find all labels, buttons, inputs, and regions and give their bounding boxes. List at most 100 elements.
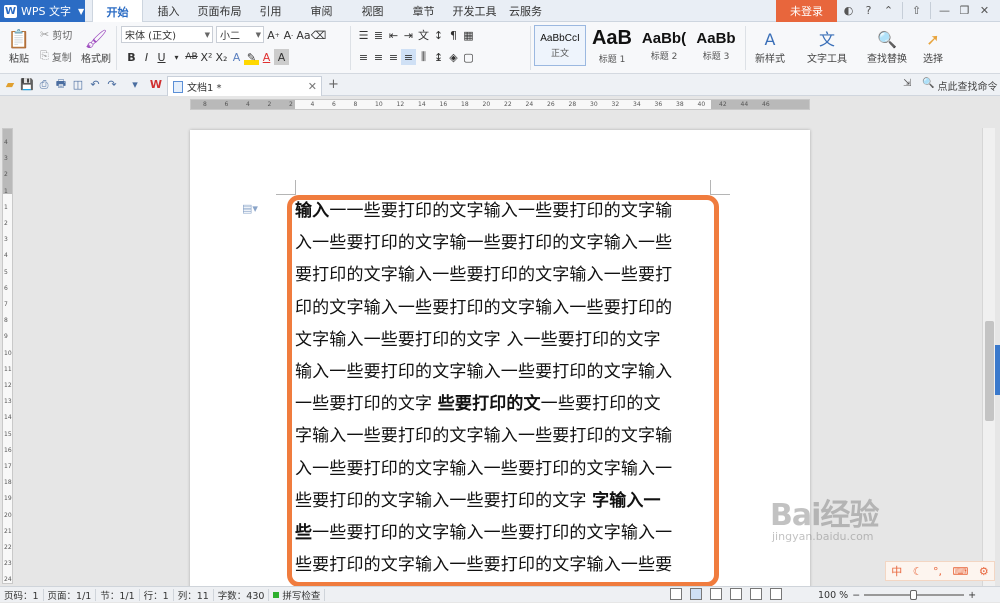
decrease-indent-icon[interactable]: ⇤ (386, 27, 401, 43)
zoom-slider[interactable] (864, 590, 965, 600)
spell-check-toggle[interactable]: 拼写检查 (269, 588, 326, 602)
document-page[interactable]: 输入一一些要打印的文字输入一些要打印的文字输 入一些要打印的文字输一些要打印的文字… (190, 130, 810, 590)
close-icon[interactable]: ✕ (976, 2, 993, 19)
page-view-icon[interactable] (690, 588, 702, 600)
line-spacing-icon[interactable]: ↨ (431, 49, 446, 65)
cut-button[interactable]: ✂ 剪切 (40, 27, 72, 42)
paste-button[interactable]: 📋 粘贴 (4, 26, 34, 68)
sort-icon[interactable]: ↕ (431, 27, 446, 43)
tab-menu-4[interactable]: 审阅 (296, 0, 347, 22)
strikethrough-icon[interactable]: AB (184, 49, 199, 65)
preview-icon[interactable]: ◫ (71, 77, 85, 92)
vertical-scrollbar[interactable] (982, 128, 995, 586)
clear-format-icon[interactable]: ⌫ (311, 27, 327, 43)
redo-icon[interactable]: ↷ (105, 77, 119, 92)
web-view-icon[interactable] (730, 588, 742, 600)
tab-menu-0[interactable]: 开始 (92, 0, 143, 23)
font-name-select[interactable]: 宋体 (正文) ▼ (121, 26, 213, 43)
align-center-icon[interactable]: ≡ (371, 49, 386, 65)
borders-icon[interactable]: ▢ (461, 49, 476, 65)
tab-menu-2[interactable]: 页面布局 (194, 0, 245, 22)
chevron-down-icon[interactable]: ▾ (128, 77, 142, 92)
char-shading-icon[interactable]: A (274, 49, 289, 65)
wps-home-icon[interactable]: W (149, 77, 163, 92)
more-icon[interactable]: ⇲ (903, 78, 911, 89)
grow-font-icon[interactable]: A + (266, 27, 281, 43)
export-pdf-icon[interactable]: ⎙ (37, 77, 51, 92)
subscript-icon[interactable]: X₂ (214, 49, 229, 65)
tab-menu-6[interactable]: 章节 (398, 0, 449, 22)
moon-icon[interactable]: ☾ (913, 565, 923, 578)
justify-icon[interactable]: ≡ (401, 49, 416, 65)
new-tab-button[interactable]: + (328, 77, 339, 92)
restore-icon[interactable]: ❐ (956, 2, 973, 19)
document-tab[interactable]: 文档1 * ✕ (167, 76, 322, 96)
paragraph-menu-icon[interactable]: ▤▾ (242, 202, 258, 215)
tab-menu-8[interactable]: 云服务 (500, 0, 551, 22)
document-body-text[interactable]: 输入一一些要打印的文字输入一些要打印的文字输 入一些要打印的文字输一些要打印的文字… (295, 195, 711, 581)
print-icon[interactable]: 🖶 (54, 77, 68, 92)
shading-icon[interactable]: ◈ (446, 49, 461, 65)
align-right-icon[interactable]: ≡ (386, 49, 401, 65)
shrink-font-icon[interactable]: A- (281, 27, 296, 43)
zoom-slider-handle[interactable] (910, 590, 918, 600)
close-tab-icon[interactable]: ✕ (308, 80, 317, 93)
bold-icon[interactable]: B (124, 49, 139, 65)
status-word-count[interactable]: 字数：430 (214, 588, 270, 602)
style-item-0[interactable]: AaBbCcI 正文 (534, 25, 586, 66)
font-color-icon[interactable]: A (259, 49, 274, 65)
app-menu-button[interactable]: W WPS 文字 ▼ (0, 0, 85, 22)
align-left-icon[interactable]: ≡ (356, 49, 371, 65)
punctuation-icon[interactable]: °, (933, 565, 942, 578)
text-tools-button[interactable]: 文 文字工具 (800, 26, 854, 68)
table-icon[interactable]: ▦ (461, 27, 476, 43)
open-icon[interactable]: ▰ (3, 77, 17, 92)
help-icon[interactable]: ? (860, 2, 877, 19)
chinese-layout-icon[interactable]: 文 (416, 27, 431, 43)
keyboard-icon[interactable]: ⌨ (953, 565, 969, 578)
zoom-out-icon[interactable]: − (852, 590, 860, 601)
new-style-button[interactable]: A 新样式 (750, 26, 790, 68)
underline-icon[interactable]: U (154, 49, 169, 65)
copy-button[interactable]: ⎘ 复制 (40, 49, 72, 64)
select-button[interactable]: ➚ 选择 (916, 26, 950, 68)
tab-menu-7[interactable]: 开发工具 (449, 0, 500, 22)
zoom-value[interactable]: 100 % (818, 590, 848, 601)
gear-icon[interactable]: ⚙ (979, 565, 989, 578)
undo-icon[interactable]: ↶ (88, 77, 102, 92)
login-button[interactable]: 未登录 (776, 0, 837, 22)
italic-icon[interactable]: I (139, 49, 154, 65)
eye-protect-icon[interactable] (770, 588, 782, 600)
dropdown-icon[interactable]: ▾ (169, 49, 184, 65)
outline-view-icon[interactable] (710, 588, 722, 600)
find-command-box[interactable]: 🔍 点此查找命令 (922, 78, 997, 93)
bullets-icon[interactable]: ☰ (356, 27, 371, 43)
full-screen-icon[interactable] (670, 588, 682, 600)
vertical-ruler[interactable]: 4 3 2 1 1 2 3 4 5 6 7 8 9 10 11 12 13 14 15 16 17 18 19 20 21 22 2… (2, 128, 13, 584)
tab-menu-3[interactable]: 引用 (245, 0, 296, 22)
save-icon[interactable]: 💾 (20, 77, 34, 92)
change-case-icon[interactable]: Aa (296, 27, 311, 43)
zoom-in-icon[interactable]: + (968, 590, 976, 601)
reading-view-icon[interactable] (750, 588, 762, 600)
tab-menu-1[interactable]: 插入 (143, 0, 194, 22)
show-marks-icon[interactable]: ¶ (446, 27, 461, 43)
side-panel-tab[interactable] (995, 345, 1000, 395)
superscript-icon[interactable]: X² (199, 49, 214, 65)
numbering-icon[interactable]: ≣ (371, 27, 386, 43)
horizontal-ruler[interactable]: 8 6 4 2 2 4 6 8 10 12 14 16 18 20 22 24 26 28 30 32 34 36 38 40… (190, 99, 810, 110)
input-method-icon[interactable]: 中 (891, 563, 902, 579)
minimize-icon[interactable]: — (936, 2, 953, 19)
font-size-select[interactable]: 小二 ▼ (216, 26, 264, 43)
format-painter-button[interactable]: 🖌 格式刷 (80, 26, 112, 68)
style-item-3[interactable]: AaBb 标题 3 (690, 25, 742, 66)
style-item-1[interactable]: AaB 标题 1 (586, 25, 638, 66)
scrollbar-thumb[interactable] (985, 321, 994, 421)
increase-indent-icon[interactable]: ⇥ (401, 27, 416, 43)
find-replace-button[interactable]: 🔍 查找替换 (860, 26, 914, 68)
highlight-icon[interactable]: ✎ (244, 49, 259, 65)
pin-icon[interactable]: ⇧ (908, 2, 925, 19)
style-item-2[interactable]: AaBb(标题 2 (638, 25, 690, 66)
distributed-icon[interactable]: ⫼ (416, 49, 431, 65)
settings-icon[interactable]: ⌃ (880, 2, 897, 19)
